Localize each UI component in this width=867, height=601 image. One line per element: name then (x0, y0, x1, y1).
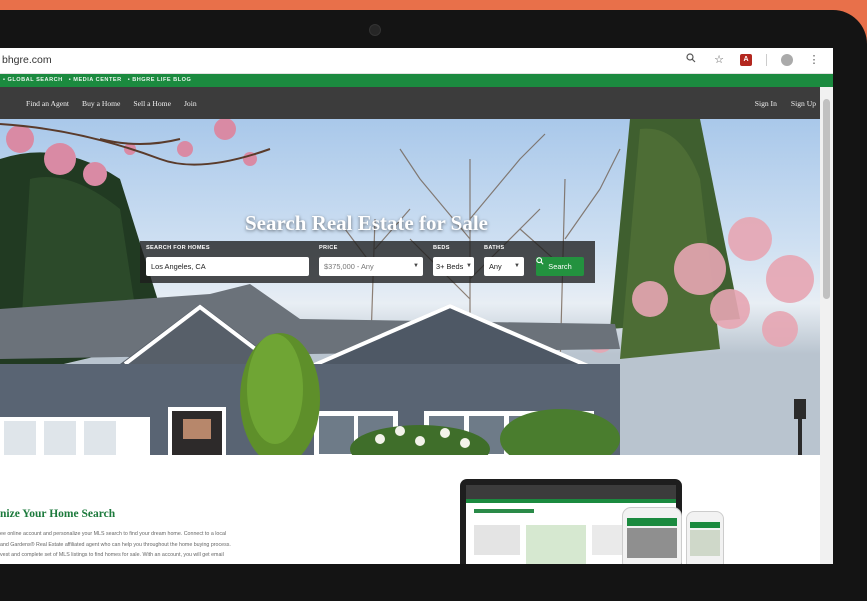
profile-icon[interactable] (781, 54, 793, 66)
description-line: and Gardens® Real Estate affiliated agen… (0, 541, 231, 548)
baths-value: Any (489, 262, 502, 271)
toolbar-divider (766, 54, 767, 66)
phone-mockup-image (622, 507, 682, 564)
laptop-bezel: bhgre.com ☆ A ⋮ • GLOBAL SEARCH • MEDIA … (0, 10, 867, 601)
nav-join[interactable]: Join (184, 99, 197, 108)
price-select[interactable]: $375,000 - Any ▼ (319, 257, 423, 276)
pdf-icon[interactable]: A (740, 54, 752, 66)
global-search-link[interactable]: • GLOBAL SEARCH (3, 77, 63, 83)
nav-buy-home[interactable]: Buy a Home (82, 99, 120, 108)
scrollbar-thumb[interactable] (823, 99, 830, 299)
personalize-description: ee online account and personalize your M… (0, 529, 320, 561)
house-photo-illustration (0, 119, 814, 455)
beds-select[interactable]: 3+ Beds ▼ (433, 257, 474, 276)
search-icon (536, 257, 544, 265)
main-nav: Find an Agent Buy a Home Sell a Home Joi… (0, 87, 820, 119)
page-scrollbar[interactable] (820, 87, 833, 564)
price-value: $375,000 - Any (324, 262, 374, 271)
blog-link[interactable]: • BHGRE LIFE BLOG (128, 77, 192, 83)
menu-icon[interactable]: ⋮ (807, 52, 821, 68)
chevron-down-icon: ▼ (514, 263, 520, 269)
description-line: ee online account and personalize your M… (0, 531, 227, 537)
sign-in-link[interactable]: Sign In (755, 99, 777, 108)
description-line: vest and complete set of MLS listings to… (0, 552, 224, 558)
search-button[interactable]: Search (536, 257, 584, 276)
price-label: PRICE (319, 245, 338, 251)
personalize-section: nize Your Home Search ee online account … (0, 455, 820, 564)
home-search-form: SEARCH FOR HOMES Los Angeles, CA PRICE $… (140, 241, 595, 283)
baths-select[interactable]: Any ▼ (484, 257, 524, 276)
star-icon[interactable]: ☆ (712, 52, 726, 68)
browser-toolbar: bhgre.com ☆ A ⋮ (0, 48, 833, 74)
browser-screen: bhgre.com ☆ A ⋮ • GLOBAL SEARCH • MEDIA … (0, 48, 833, 564)
chevron-down-icon: ▼ (466, 263, 472, 269)
beds-label: BEDS (433, 245, 450, 251)
sign-up-link[interactable]: Sign Up (791, 99, 816, 108)
beds-value: 3+ Beds (436, 262, 464, 271)
hero-image: Search Real Estate for Sale SEARCH FOR H… (0, 119, 820, 455)
search-homes-label: SEARCH FOR HOMES (146, 245, 210, 251)
phone-mockup-image-2 (686, 511, 724, 564)
search-button-label: Search (548, 262, 572, 271)
nav-find-agent[interactable]: Find an Agent (26, 99, 69, 108)
nav-sell-home[interactable]: Sell a Home (133, 99, 171, 108)
orange-background (0, 0, 867, 10)
media-center-link[interactable]: • MEDIA CENTER (69, 77, 122, 83)
camera-dot (369, 24, 381, 36)
location-input[interactable]: Los Angeles, CA (146, 257, 309, 276)
zoom-icon[interactable] (684, 52, 698, 68)
address-bar[interactable]: bhgre.com (2, 54, 52, 66)
utility-links-bar: • GLOBAL SEARCH • MEDIA CENTER • BHGRE L… (0, 74, 833, 87)
chevron-down-icon: ▼ (413, 263, 419, 269)
baths-label: BATHS (484, 245, 505, 251)
hero-title: Search Real Estate for Sale (244, 211, 489, 235)
personalize-title: nize Your Home Search (0, 508, 116, 520)
